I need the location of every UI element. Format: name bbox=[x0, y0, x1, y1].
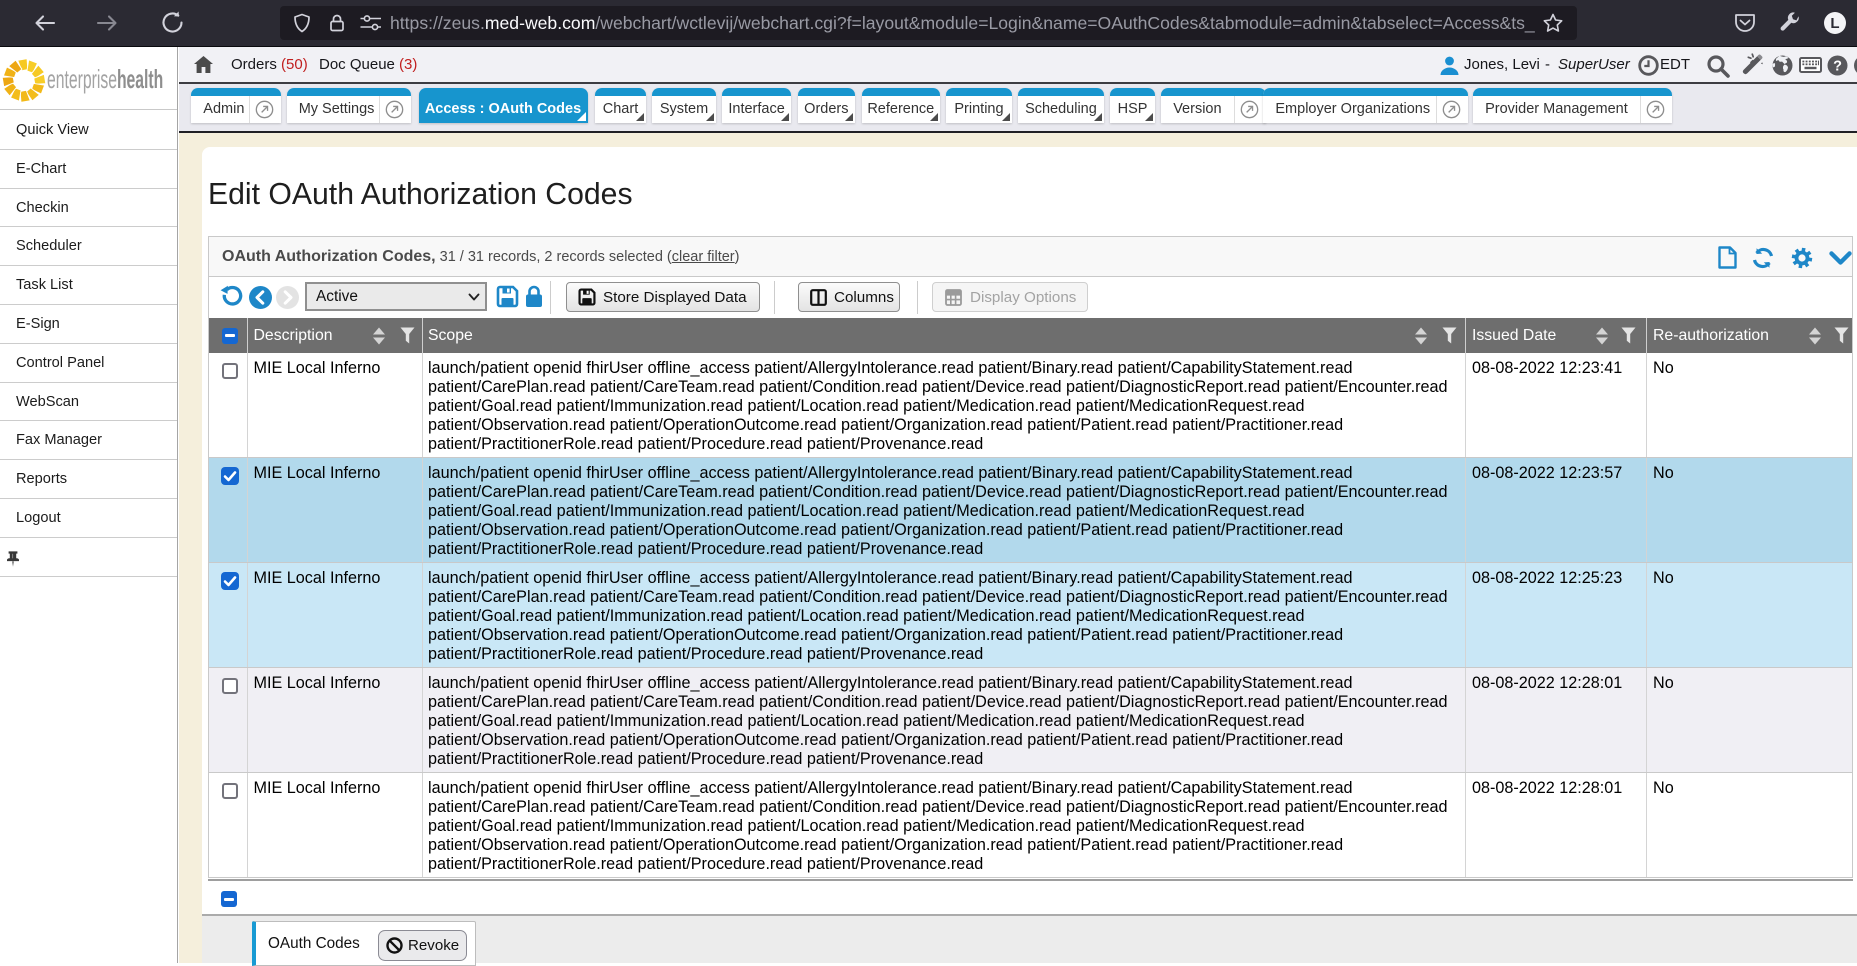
svg-text:?: ? bbox=[1833, 59, 1842, 75]
